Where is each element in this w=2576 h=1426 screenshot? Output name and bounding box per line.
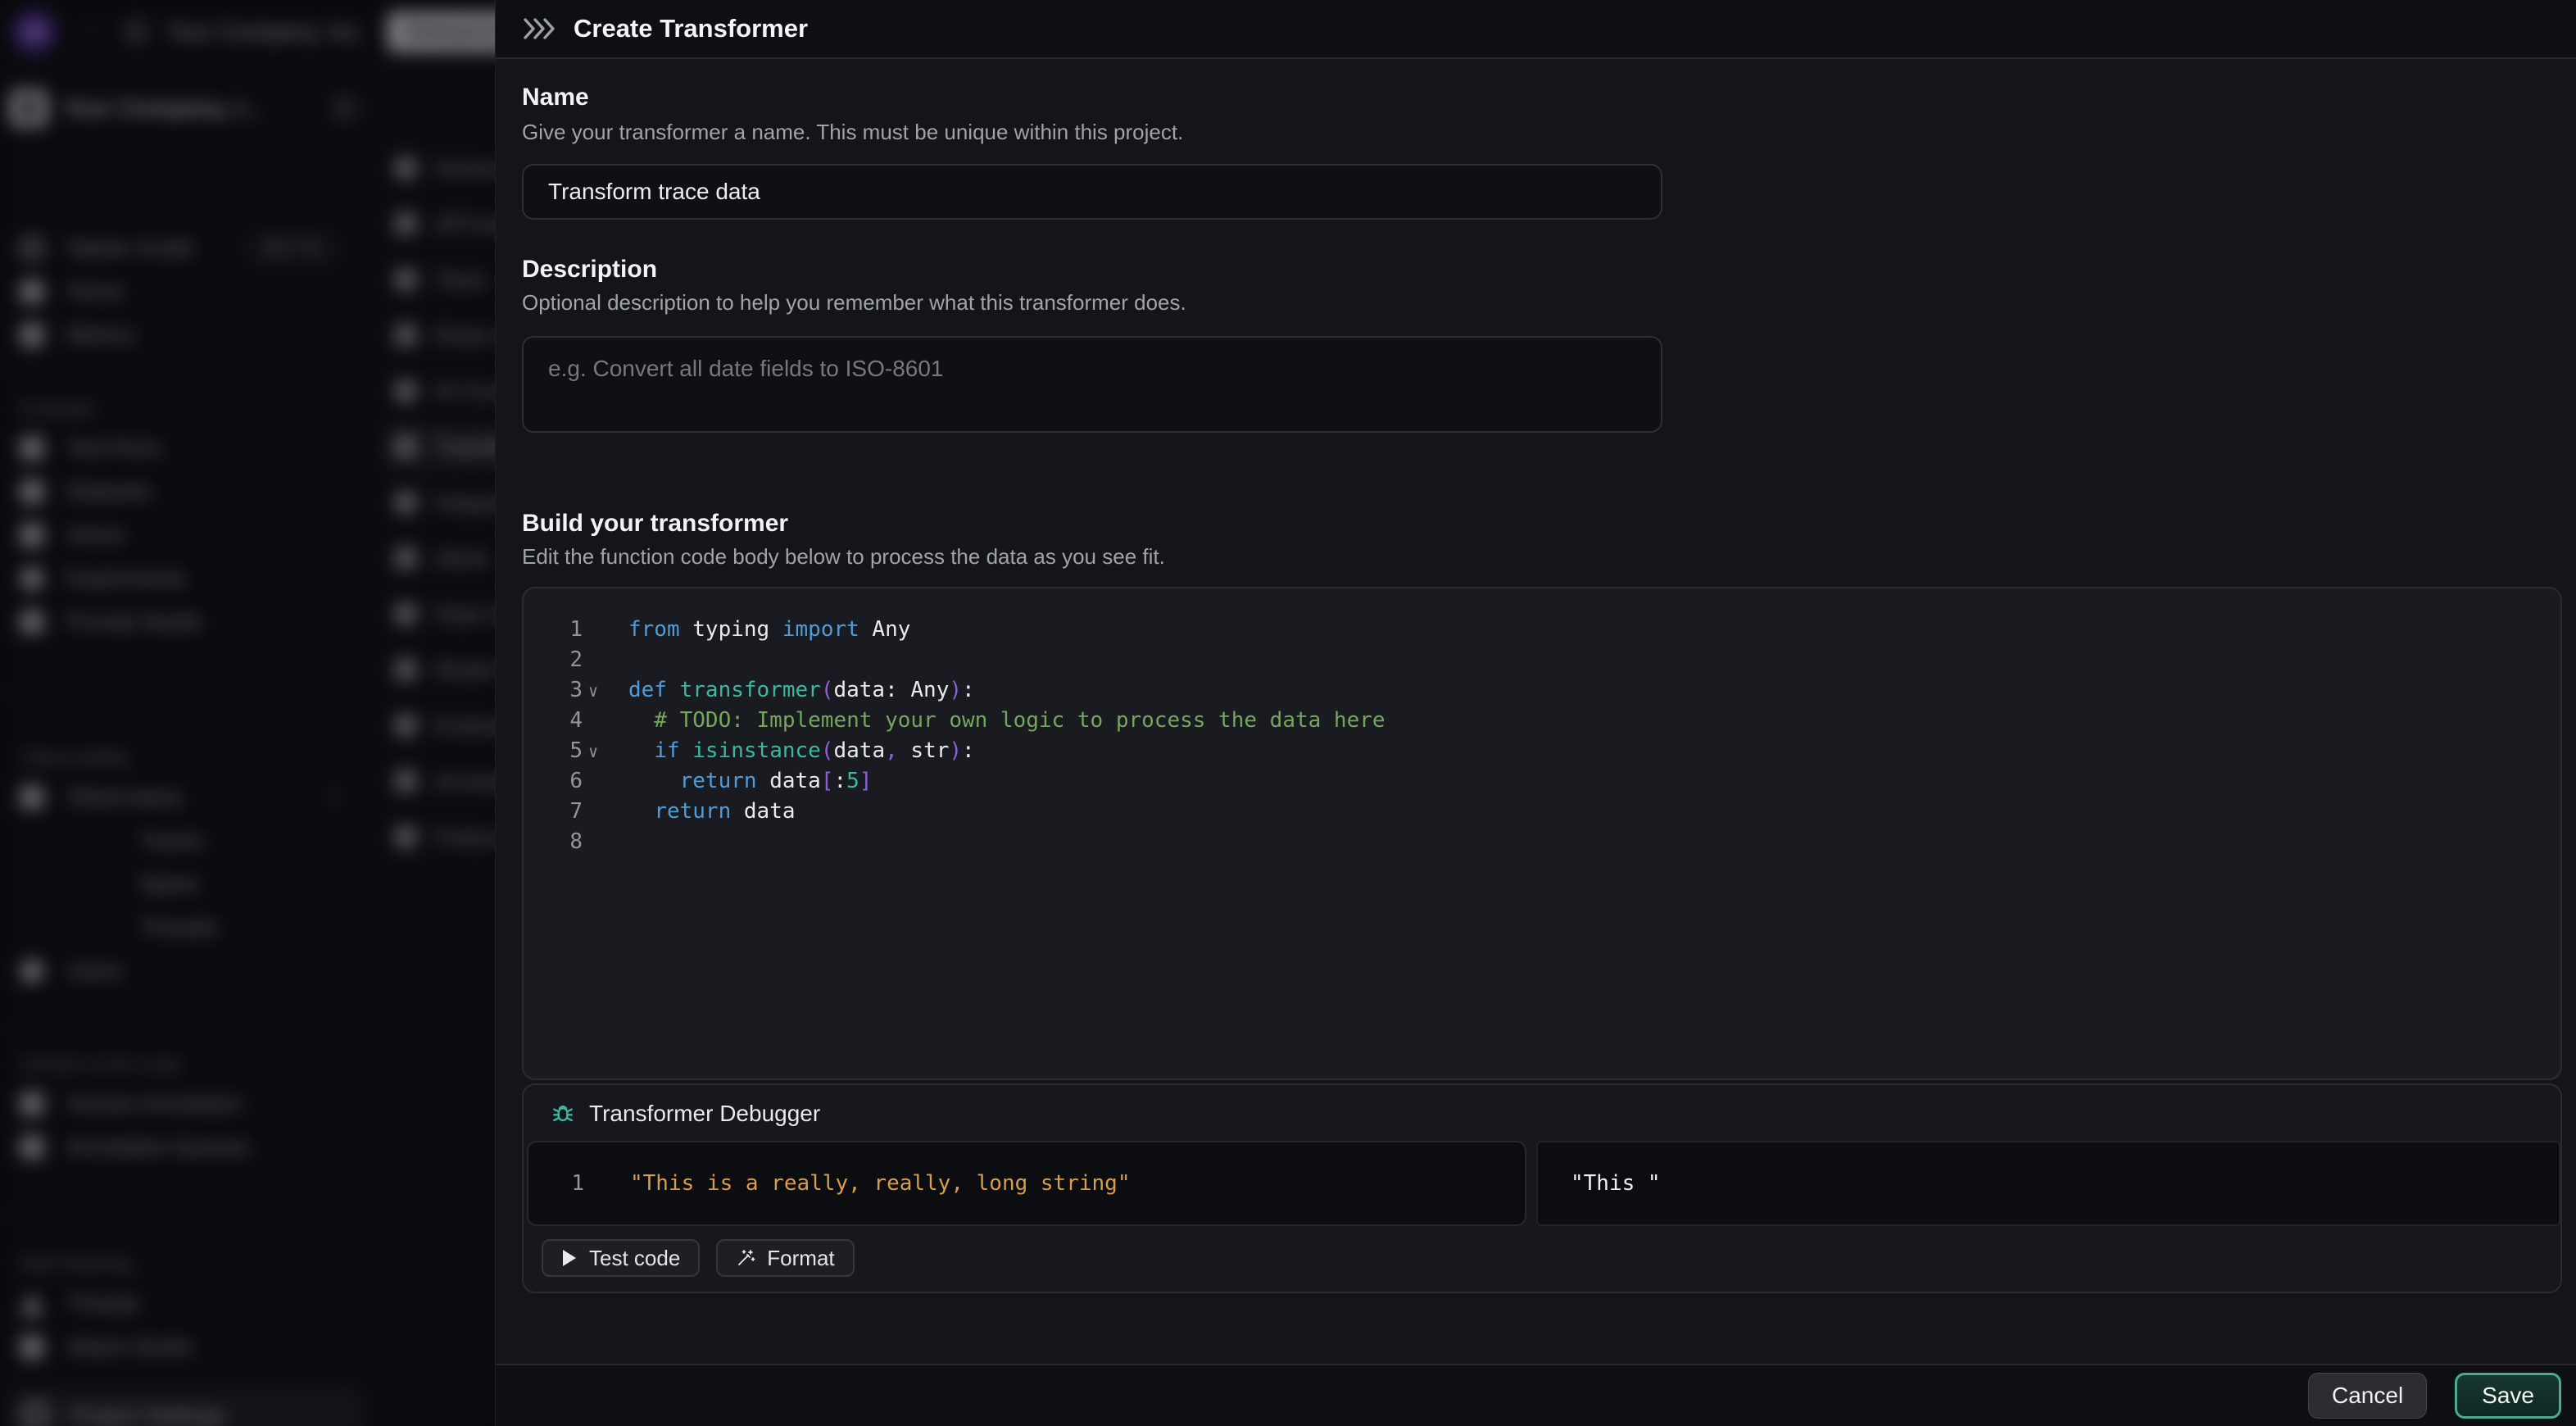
code-text: return data	[628, 797, 796, 827]
line-number: 1	[528, 1171, 584, 1196]
code-editor[interactable]: 1 from typing import Any 23∨ def transforme…	[522, 587, 2562, 1080]
transformer-debugger-panel: Transformer Debugger 1 "This is a really…	[522, 1083, 2562, 1293]
save-button[interactable]: Save	[2455, 1373, 2561, 1419]
fold-gutter	[583, 766, 604, 797]
test-code-button[interactable]: Test code	[542, 1239, 700, 1277]
code-line: 4 # TODO: Implement your own logic to pr…	[524, 706, 2560, 736]
bug-icon	[550, 1101, 576, 1127]
line-number: 8	[524, 827, 583, 857]
fold-gutter	[583, 827, 604, 857]
name-input-value: Transform trace data	[548, 179, 760, 205]
code-text: def transformer(data: Any):	[628, 675, 975, 706]
description-help: Optional description to help you remembe…	[522, 290, 1186, 316]
line-number: 6	[524, 766, 583, 797]
format-label: Format	[767, 1246, 834, 1271]
wand-sparkles-icon	[736, 1248, 755, 1268]
line-number: 7	[524, 797, 583, 827]
description-label: Description	[522, 256, 657, 284]
code-line: 6 return data[:5]	[524, 766, 2560, 797]
fold-gutter	[583, 706, 604, 736]
debugger-buttons: Test code Format	[542, 1239, 855, 1277]
drawer-footer: Cancel Save	[496, 1364, 2576, 1426]
name-help: Give your transformer a name. This must …	[522, 120, 1183, 145]
code-line: 7 return data	[524, 797, 2560, 827]
code-text: # TODO: Implement your own logic to proc…	[628, 706, 1386, 736]
cancel-label: Cancel	[2332, 1383, 2403, 1409]
debugger-output-text: "This "	[1571, 1171, 1661, 1196]
fold-gutter	[583, 797, 604, 827]
debugger-header: Transformer Debugger	[550, 1097, 820, 1131]
description-textarea[interactable]: e.g. Convert all date fields to ISO-8601	[522, 336, 1662, 433]
code-line: 8	[524, 827, 2560, 857]
description-placeholder: e.g. Convert all date fields to ISO-8601	[548, 356, 944, 382]
background-app-region: / Your Company, Inc. Enterprise Your Com…	[0, 0, 495, 1426]
debugger-title: Transformer Debugger	[589, 1101, 820, 1127]
save-label: Save	[2482, 1383, 2534, 1409]
builder-label: Build your transformer	[522, 510, 788, 538]
fold-chevron-icon[interactable]: ∨	[583, 675, 604, 706]
collapse-drawer-icon[interactable]	[523, 16, 557, 41]
code-text: return data[:5]	[628, 766, 872, 797]
format-button[interactable]: Format	[716, 1239, 854, 1277]
test-code-label: Test code	[589, 1246, 680, 1271]
line-number: 4	[524, 706, 583, 736]
code-line: 1 from typing import Any	[524, 615, 2560, 645]
code-line: 5∨ if isinstance(data, str):	[524, 736, 2560, 766]
name-label: Name	[522, 84, 589, 111]
code-text: if isinstance(data, str):	[628, 736, 975, 766]
cancel-button[interactable]: Cancel	[2308, 1373, 2427, 1419]
drawer-title: Create Transformer	[574, 14, 808, 43]
debugger-input-code: "This is a really, really, long string"	[630, 1171, 1130, 1196]
code-text: from typing import Any	[628, 615, 910, 645]
code-line: 2	[524, 645, 2560, 675]
modal-scrim[interactable]	[0, 0, 495, 1426]
name-input[interactable]: Transform trace data	[522, 164, 1662, 220]
fold-gutter	[583, 645, 604, 675]
fold-gutter	[583, 615, 604, 645]
line-number: 2	[524, 645, 583, 675]
play-icon	[561, 1249, 578, 1267]
line-number: 3	[524, 675, 583, 706]
debugger-input-editor[interactable]: 1 "This is a really, really, long string…	[527, 1141, 1526, 1226]
line-number: 5	[524, 736, 583, 766]
debugger-output: "This "	[1536, 1141, 2560, 1226]
line-number: 1	[524, 615, 583, 645]
drawer-header: Create Transformer	[496, 0, 2576, 59]
builder-help: Edit the function code body below to pro…	[522, 544, 1165, 570]
code-line: 3∨ def transformer(data: Any):	[524, 675, 2560, 706]
fold-chevron-icon[interactable]: ∨	[583, 736, 604, 766]
create-transformer-drawer: Create Transformer Name Give your transf…	[495, 0, 2576, 1426]
